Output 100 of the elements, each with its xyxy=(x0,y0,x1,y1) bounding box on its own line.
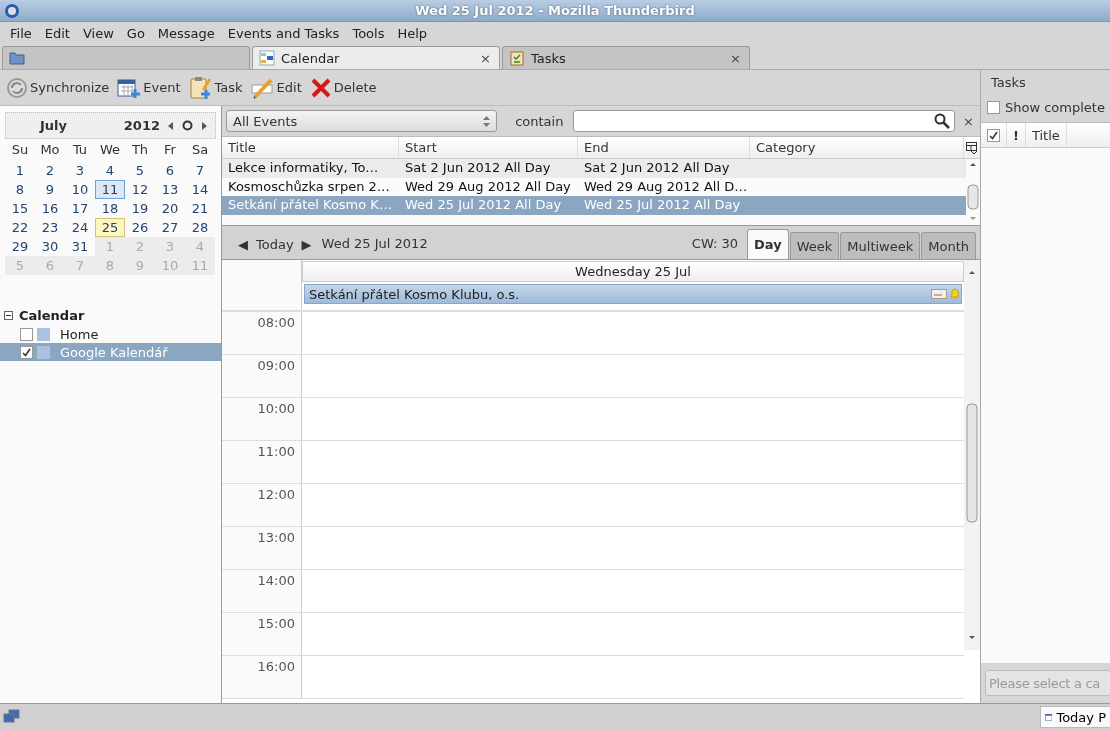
menu-item[interactable]: Go xyxy=(120,26,151,41)
previous-icon[interactable] xyxy=(168,121,174,130)
hour-label: 10:00 xyxy=(222,398,302,440)
checkbox-icon xyxy=(987,128,1000,142)
close-button[interactable]: × xyxy=(730,50,741,66)
month-name[interactable]: July xyxy=(40,118,124,133)
menu-item[interactable]: Message xyxy=(151,26,221,41)
toolbar-button[interactable]: Edit xyxy=(250,76,302,99)
menu-item[interactable]: View xyxy=(76,26,120,41)
calendar-list-item[interactable]: Home xyxy=(0,325,221,343)
hour-label: 14:00 xyxy=(222,570,302,612)
bell-icon xyxy=(949,288,961,300)
toolbar-button[interactable]: Event xyxy=(117,76,181,99)
pane-title: Tasks xyxy=(990,74,1027,92)
window-title: Wed 25 Jul 2012 - Mozilla Thunderbird xyxy=(415,3,695,18)
calendar-day[interactable]: 9 xyxy=(35,180,65,199)
checkbox[interactable] xyxy=(987,100,1000,114)
column-header[interactable]: Title xyxy=(1025,123,1067,147)
calendar-day[interactable]: 5 xyxy=(125,161,155,180)
calendar-day[interactable]: 17 xyxy=(65,199,95,218)
weekday-label: Mo xyxy=(39,142,61,159)
checkbox[interactable] xyxy=(20,345,33,359)
checkbox[interactable] xyxy=(20,327,33,341)
calendar-day[interactable]: 20 xyxy=(155,199,185,218)
menu-item[interactable]: Help xyxy=(391,26,434,41)
calendar-day[interactable]: 4 xyxy=(95,161,125,180)
app-icon xyxy=(4,3,20,19)
calendar-day[interactable]: 12 xyxy=(125,180,155,199)
table-cell-text: Setkání přátel Kosmo K… xyxy=(227,196,393,214)
calendar-day[interactable]: 1 xyxy=(5,161,35,180)
calendar-day[interactable]: 27 xyxy=(155,218,185,237)
column-header[interactable]: Title xyxy=(222,137,399,158)
menu-item[interactable]: Tools xyxy=(346,26,391,41)
calendar-day[interactable]: 25 xyxy=(95,218,125,237)
hour-label: 15:00 xyxy=(222,613,302,655)
calendar-day[interactable]: 30 xyxy=(35,237,65,256)
tab[interactable]: Calendar × xyxy=(252,46,500,69)
hour-label: 12:00 xyxy=(222,484,302,526)
calendar-day[interactable]: 2 xyxy=(35,161,65,180)
weekday-label: Th xyxy=(130,142,150,159)
calendar-day[interactable]: 14 xyxy=(185,180,215,199)
delete-icon xyxy=(309,76,332,99)
calendar-icon xyxy=(259,50,275,66)
today-button[interactable]: Today xyxy=(252,229,298,259)
calendar-day[interactable]: 22 xyxy=(5,218,35,237)
next-icon[interactable] xyxy=(201,121,207,130)
event-row[interactable]: Lekce informatiky, To… Sat 2 Jun 2012 All Day Sat 2 Jun 2012 All Day xyxy=(222,159,966,178)
calendar-day[interactable]: 19 xyxy=(125,199,155,218)
tab[interactable]: Tasks × xyxy=(502,46,750,69)
hour-label: 09:00 xyxy=(222,355,302,397)
menu-item[interactable]: Events and Tasks xyxy=(221,26,346,41)
toolbar-button[interactable]: Task xyxy=(188,75,243,100)
all-day-event[interactable]: Setkání přátel Kosmo Klubu, o.s. xyxy=(304,284,962,304)
close-button[interactable]: × xyxy=(480,50,491,66)
calendar-day[interactable]: 8 xyxy=(5,180,35,199)
table-cell-text: Wed 29 Aug 2012 All Day xyxy=(404,177,572,196)
table-cell-text: Wed 25 Jul 2012 All Day xyxy=(583,196,742,214)
calendar-day[interactable]: 6 xyxy=(155,161,185,180)
view-tab[interactable]: Multiweek xyxy=(840,232,921,259)
close-button[interactable]: × xyxy=(961,113,976,129)
calendar-day[interactable]: 26 xyxy=(125,218,155,237)
calendar-day[interactable]: 15 xyxy=(5,199,35,218)
menu-item[interactable]: File xyxy=(4,26,38,41)
pencil-icon xyxy=(250,76,275,99)
view-tab[interactable]: Month xyxy=(921,232,976,259)
calendar-day[interactable]: 18 xyxy=(95,199,125,218)
calendar-day[interactable]: 13 xyxy=(155,180,185,199)
calendar-day[interactable]: 31 xyxy=(65,237,95,256)
calendar-day[interactable]: 21 xyxy=(185,199,215,218)
column-header[interactable]: Category xyxy=(750,137,964,158)
calendar-day[interactable]: 7 xyxy=(185,161,215,180)
calendar-day[interactable]: 28 xyxy=(185,218,215,237)
filter-select[interactable]: All Events xyxy=(226,110,498,132)
column-header[interactable]: End xyxy=(578,137,750,158)
calendar-day[interactable]: 3 xyxy=(65,161,95,180)
today-pane-button[interactable]: Today P xyxy=(1040,706,1110,728)
calendar-day[interactable]: 29 xyxy=(5,237,35,256)
toolbar-button[interactable]: Delete xyxy=(309,76,377,99)
table-cell-text: Sat 2 Jun 2012 All Day xyxy=(583,159,731,177)
calendar-day[interactable]: 16 xyxy=(35,199,65,218)
weekday-label: Sa xyxy=(190,142,210,159)
calendar-day[interactable]: 23 xyxy=(35,218,65,237)
menu-item[interactable]: Edit xyxy=(38,26,76,41)
calendar-day[interactable]: 11 xyxy=(95,180,125,199)
table-cell-text: Kosmoschůzka srpen 2… xyxy=(227,177,391,196)
column-header[interactable]: Start xyxy=(399,137,578,158)
search-field[interactable] xyxy=(573,110,956,132)
column-picker-icon[interactable] xyxy=(966,141,978,154)
next-button[interactable]: ▶ xyxy=(297,229,316,259)
collapse-icon[interactable] xyxy=(4,310,13,320)
circle-icon[interactable] xyxy=(182,120,193,131)
toolbar-button[interactable]: Synchronize xyxy=(6,76,110,99)
calendar-day[interactable]: 24 xyxy=(65,218,95,237)
previous-button[interactable]: ◀ xyxy=(234,229,252,259)
quick-add-field[interactable]: Please select a ca xyxy=(985,670,1110,696)
calendar-day[interactable]: 10 xyxy=(65,180,95,199)
year[interactable]: 2012 xyxy=(123,118,160,133)
view-tab[interactable]: Week xyxy=(789,232,840,259)
column-header[interactable]: ! xyxy=(1007,123,1026,147)
view-tab[interactable]: Day xyxy=(747,229,789,259)
